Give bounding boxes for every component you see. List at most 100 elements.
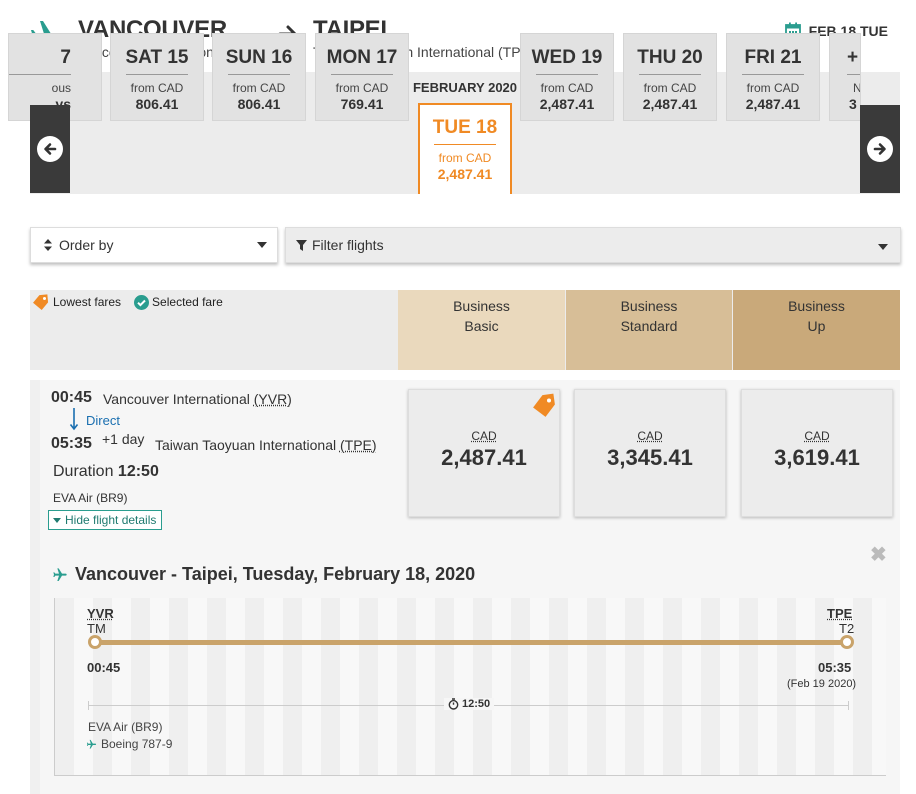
day-price: 806.41 (135, 96, 179, 112)
arrow-down-icon (69, 408, 79, 431)
plus-day: +1 day (102, 431, 145, 447)
departure-airport-code[interactable]: (YVR) (254, 391, 292, 407)
fare-header-line2: Up (807, 318, 826, 334)
route-line (95, 640, 847, 645)
fare-header-line1: Business (453, 298, 510, 314)
arrow-left-icon (37, 136, 63, 162)
caret-down-icon (53, 517, 61, 523)
filter-icon (296, 239, 307, 251)
close-details-button[interactable]: ✖ (870, 542, 887, 567)
details-title: Vancouver - Taipei, Tuesday, February 18… (52, 564, 475, 585)
filter-flights-dropdown[interactable]: Filter flights (285, 227, 901, 263)
filter-flights-label: Filter flights (312, 237, 384, 253)
arrival-airport-name: Taiwan Taoyuan International (155, 437, 340, 453)
timeline-arrival-terminal: T2 (839, 621, 855, 636)
day-name: FRI 21 (744, 47, 802, 68)
departure-time: 00:45 (51, 389, 92, 406)
from-label: from CAD (746, 81, 800, 95)
arrival-time: 05:35 (51, 435, 92, 452)
day-card-wed-19[interactable]: WED 19 from CAD 2,487.41 (520, 33, 614, 121)
day-name: MON 17 (326, 47, 398, 68)
tag-icon (533, 393, 555, 417)
from-label: from CAD (643, 81, 697, 95)
duration-tick-end (848, 701, 849, 710)
day-name: SAT 15 (125, 47, 189, 68)
duration-label: Duration (53, 463, 118, 480)
price-amount: 3,345.41 (607, 445, 693, 470)
day-card-partial-right[interactable]: + N 3 d (829, 33, 861, 121)
departure-airport-name: Vancouver International (103, 391, 254, 407)
price-currency: CAD (804, 429, 830, 443)
from-label: ous (51, 81, 71, 95)
fare-header-line1: Business (620, 298, 678, 314)
departure-airport: Vancouver International (YVR) (103, 391, 292, 407)
from-label: from CAD (335, 81, 389, 95)
timeline-aircraft: Boeing 787-9 (86, 737, 172, 751)
price-business-up[interactable]: CAD 3,619.41 (741, 389, 893, 517)
fare-header-line2: Basic (464, 318, 499, 334)
chevron-down-icon (878, 244, 888, 250)
day-name: TUE 18 (432, 117, 498, 138)
day-price: 2,487.41 (539, 96, 595, 112)
from-label: from CAD (438, 151, 492, 165)
hide-flight-details-button[interactable]: Hide flight details (48, 510, 163, 530)
timeline-departure-time: 00:45 (87, 660, 121, 675)
carousel-prev-button[interactable] (30, 105, 70, 193)
day-name: THU 20 (637, 47, 703, 68)
airplane-icon (53, 567, 67, 581)
fare-header-business-up: Business Up (733, 290, 900, 370)
direct-label: Direct (86, 413, 120, 428)
hide-flight-details-label: Hide flight details (65, 513, 157, 527)
duration-value: 12:50 (117, 463, 159, 480)
price-business-basic[interactable]: CAD 2,487.41 (408, 389, 560, 517)
timeline-duration: 12:50 (444, 698, 495, 710)
price-amount: 3,619.41 (774, 445, 860, 470)
day-card-sun-16[interactable]: SUN 16 from CAD 806.41 (212, 33, 306, 121)
day-name: + (847, 47, 859, 68)
airplane-icon (86, 739, 97, 749)
day-price: 769.41 (340, 96, 384, 112)
arrival-airport: Taiwan Taoyuan International (TPE) (155, 437, 377, 453)
fare-header-business-basic: Business Basic (398, 290, 565, 370)
arrow-right-icon (867, 136, 893, 162)
timeline-aircraft-name: Boeing 787-9 (101, 737, 173, 751)
day-price: 2,487.41 (642, 96, 698, 112)
duration: Duration 12:50 (53, 463, 159, 481)
price-amount: 2,487.41 (441, 445, 527, 470)
details-title-text: Vancouver - Taipei, Tuesday, February 18… (75, 564, 476, 584)
timeline-arrival-code[interactable]: TPE (827, 606, 852, 621)
day-card-sat-15[interactable]: SAT 15 from CAD 806.41 (110, 33, 204, 121)
fare-header-line2: Standard (620, 318, 678, 334)
carousel-next-button[interactable] (860, 105, 900, 193)
day-card-tue-18-selected[interactable]: TUE 18 from CAD 2,487.41 (418, 103, 512, 194)
day-price: 2,487.41 (437, 166, 493, 182)
from-label: N (853, 81, 861, 95)
airline: EVA Air (BR9) (53, 491, 128, 505)
day-card-mon-17[interactable]: MON 17 from CAD 769.41 (315, 33, 409, 121)
day-price: 3 d (849, 96, 860, 112)
fare-legend: Lowest fares Selected fare (32, 294, 223, 310)
timeline-arrival-time: 05:35 (818, 660, 852, 675)
day-name: WED 19 (531, 47, 603, 68)
arrival-airport-code[interactable]: (TPE) (340, 437, 377, 453)
timeline-duration-value: 12:50 (462, 698, 491, 710)
legend-selected-fare: Selected fare (152, 295, 223, 309)
fare-header-business-standard: Business Standard (566, 290, 732, 370)
stopwatch-icon (448, 698, 459, 710)
day-price: 806.41 (237, 96, 281, 112)
fare-header-line1: Business (788, 298, 845, 314)
price-business-standard[interactable]: CAD 3,345.41 (574, 389, 726, 517)
day-card-thu-20[interactable]: THU 20 from CAD 2,487.41 (623, 33, 717, 121)
timeline-departure-code[interactable]: YVR (87, 606, 114, 621)
price-currency: CAD (471, 429, 497, 443)
day-name: SUN 16 (225, 47, 293, 68)
price-currency: CAD (637, 429, 663, 443)
from-label: from CAD (540, 81, 594, 95)
order-by-dropdown[interactable]: Order by (30, 227, 278, 263)
timeline-arrival-date: (Feb 19 2020) (787, 678, 857, 690)
tag-icon (33, 294, 49, 310)
sort-icon (44, 239, 52, 251)
day-card-fri-21[interactable]: FRI 21 from CAD 2,487.41 (726, 33, 820, 121)
check-circle-icon (134, 294, 150, 310)
order-by-label: Order by (59, 237, 114, 253)
